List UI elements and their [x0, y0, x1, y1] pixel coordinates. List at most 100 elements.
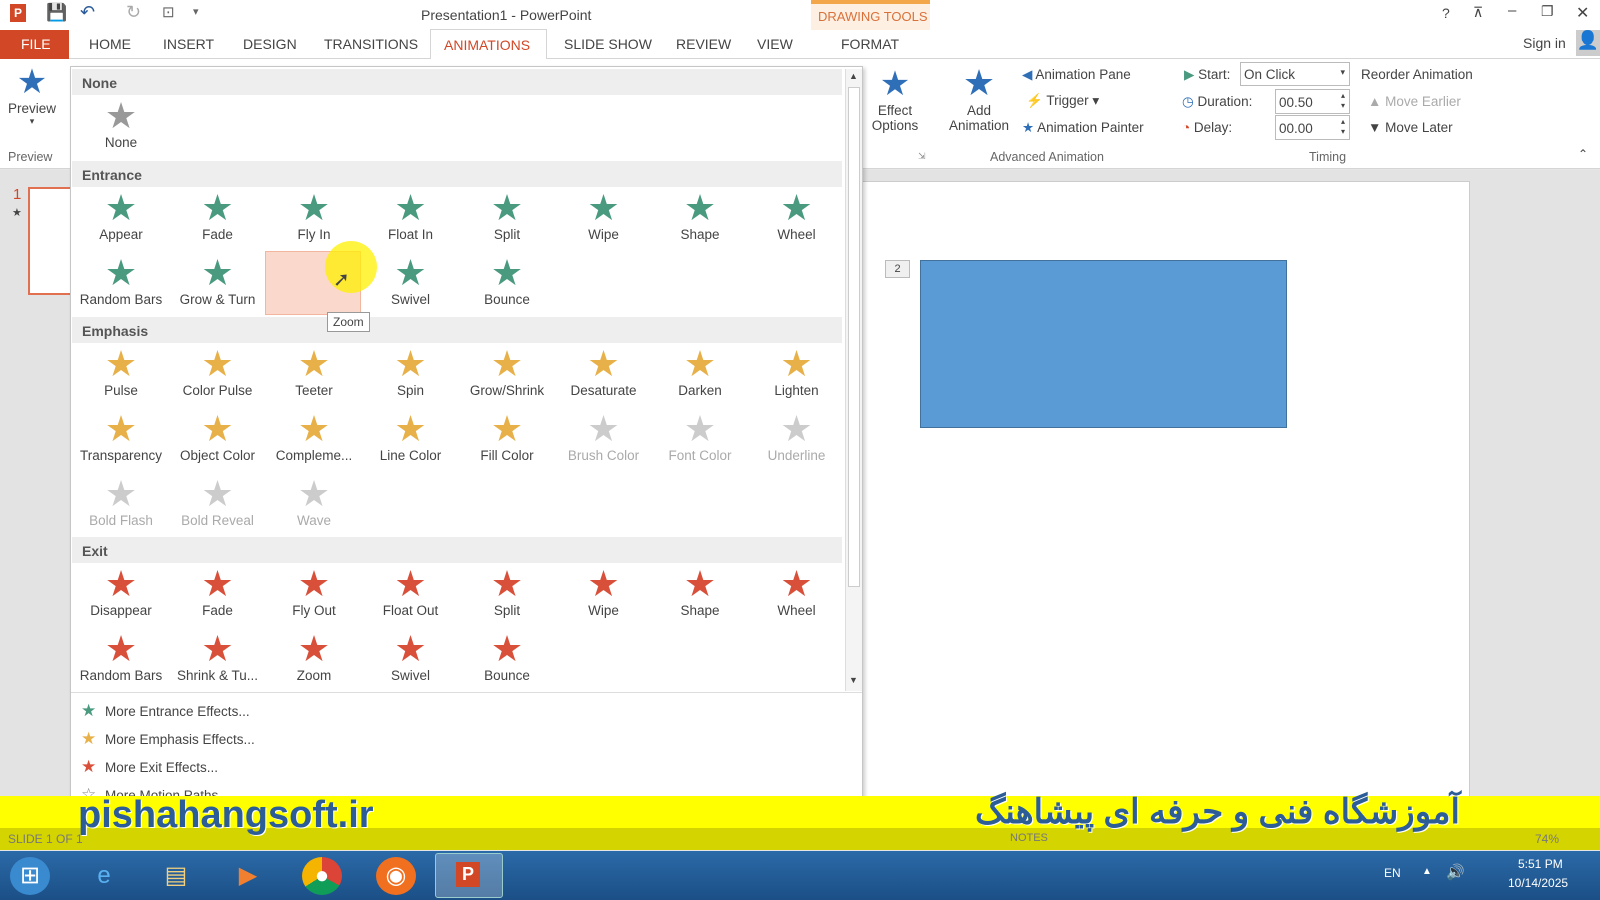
- start-slideshow-icon[interactable]: ⊡: [162, 3, 175, 21]
- effect-emphasis-object-color[interactable]: ★ Object Color: [170, 410, 266, 472]
- effect-entrance-grow-turn[interactable]: ★ Grow & Turn: [170, 254, 266, 316]
- animation-pane-button[interactable]: ◀ Animation Pane: [1022, 67, 1131, 83]
- effect-options-button[interactable]: ★ Effect Options: [862, 65, 928, 133]
- chrome-icon[interactable]: ●: [302, 857, 342, 895]
- sign-in-link[interactable]: Sign in: [1523, 35, 1566, 51]
- effect-exit-swivel[interactable]: ★ Swivel: [363, 630, 459, 692]
- effect-emphasis-bold-reveal[interactable]: ★ Bold Reveal: [170, 475, 266, 537]
- start-button-icon[interactable]: ⊞: [10, 857, 50, 895]
- effect-emphasis-font-color[interactable]: ★ Font Color: [652, 410, 748, 472]
- effect-exit-shape[interactable]: ★ Shape: [652, 565, 748, 627]
- tab-design[interactable]: DESIGN: [243, 36, 297, 52]
- effect-entrance-random-bars[interactable]: ★ Random Bars: [73, 254, 169, 316]
- restore-icon[interactable]: ❐: [1541, 3, 1554, 20]
- effect-exit-shrink-tu-[interactable]: ★ Shrink & Tu...: [170, 630, 266, 692]
- scroll-thumb[interactable]: [848, 87, 860, 587]
- effect-entrance-wheel[interactable]: ★ Wheel: [749, 189, 845, 251]
- effect-emphasis-teeter[interactable]: ★ Teeter: [266, 345, 362, 407]
- volume-icon[interactable]: 🔊: [1446, 863, 1465, 881]
- effect-exit-bounce[interactable]: ★ Bounce: [459, 630, 555, 692]
- scroll-up-icon[interactable]: ▲: [849, 71, 858, 81]
- save-icon[interactable]: 💾: [46, 3, 67, 23]
- zoom-level[interactable]: 74%: [1535, 832, 1559, 846]
- add-animation-button[interactable]: ★ Add Animation: [938, 63, 1020, 134]
- effect-emphasis-underline[interactable]: ★ Underline: [749, 410, 845, 472]
- tab-home[interactable]: HOME: [89, 36, 131, 52]
- clock-date[interactable]: 10/14/2025: [1508, 876, 1568, 890]
- effect-exit-float-out[interactable]: ★ Float Out: [363, 565, 459, 627]
- tab-slide-show[interactable]: SLIDE SHOW: [564, 36, 652, 52]
- spinner-icon[interactable]: ▴ ▾: [1341, 91, 1345, 111]
- effect-emphasis-color-pulse[interactable]: ★ Color Pulse: [170, 345, 266, 407]
- effect-emphasis-wave[interactable]: ★ Wave: [266, 475, 362, 537]
- effect-entrance-fade[interactable]: ★ Fade: [170, 189, 266, 251]
- tab-format[interactable]: FORMAT: [841, 36, 899, 52]
- show-hidden-icons-icon[interactable]: ▲: [1422, 866, 1432, 877]
- slide-thumbnail[interactable]: [28, 187, 74, 295]
- effect-emphasis-spin[interactable]: ★ Spin: [363, 345, 459, 407]
- spinner-icon[interactable]: ▴ ▾: [1341, 117, 1345, 137]
- internet-explorer-icon[interactable]: e: [84, 857, 124, 895]
- effect-entrance-swivel[interactable]: ★ Swivel: [363, 254, 459, 316]
- effect-emphasis-desaturate[interactable]: ★ Desaturate: [556, 345, 652, 407]
- effect-exit-wipe[interactable]: ★ Wipe: [556, 565, 652, 627]
- duration-input[interactable]: 00.50 ▴ ▾: [1275, 89, 1350, 114]
- effect-exit-zoom[interactable]: ★ Zoom: [266, 630, 362, 692]
- effect-exit-random-bars[interactable]: ★ Random Bars: [73, 630, 169, 692]
- more-emphasis-effects[interactable]: ★ More Emphasis Effects...: [81, 729, 255, 749]
- trigger-button[interactable]: ⚡ Trigger ▾: [1026, 93, 1099, 109]
- effect-emphasis-line-color[interactable]: ★ Line Color: [363, 410, 459, 472]
- effect-exit-split[interactable]: ★ Split: [459, 565, 555, 627]
- effect-emphasis-lighten[interactable]: ★ Lighten: [749, 345, 845, 407]
- effect-none_items-none[interactable]: ★ None: [73, 97, 169, 159]
- move-earlier-button[interactable]: ▲ Move Earlier: [1368, 94, 1461, 109]
- effect-entrance-float-in[interactable]: ★ Float In: [363, 189, 459, 251]
- clock-time[interactable]: 5:51 PM: [1518, 857, 1563, 871]
- move-later-button[interactable]: ▼ Move Later: [1368, 120, 1453, 135]
- more-entrance-effects[interactable]: ★ More Entrance Effects...: [81, 701, 250, 721]
- effect-emphasis-transparency[interactable]: ★ Transparency: [73, 410, 169, 472]
- powerpoint-taskbar-button[interactable]: P: [435, 853, 503, 898]
- collapse-ribbon-icon[interactable]: ⌃: [1578, 147, 1588, 161]
- effect-emphasis-grow-shrink[interactable]: ★ Grow/Shrink: [459, 345, 555, 407]
- firefox-icon[interactable]: ◉: [376, 857, 416, 895]
- effect-entrance-split[interactable]: ★ Split: [459, 189, 555, 251]
- effect-exit-wheel[interactable]: ★ Wheel: [749, 565, 845, 627]
- redo-icon[interactable]: ↻: [126, 2, 141, 23]
- gallery-scrollbar[interactable]: ▲ ▼: [845, 69, 862, 691]
- language-indicator[interactable]: EN: [1384, 866, 1401, 880]
- effect-exit-fly-out[interactable]: ★ Fly Out: [266, 565, 362, 627]
- tab-insert[interactable]: INSERT: [163, 36, 214, 52]
- ribbon-display-options-icon[interactable]: ⊼: [1473, 4, 1483, 21]
- undo-icon[interactable]: ↶: [80, 2, 95, 23]
- effect-entrance-wipe[interactable]: ★ Wipe: [556, 189, 652, 251]
- user-avatar-icon[interactable]: 👤: [1576, 30, 1600, 56]
- effect-entrance-appear[interactable]: ★ Appear: [73, 189, 169, 251]
- scroll-down-icon[interactable]: ▼: [849, 675, 858, 685]
- effect-emphasis-brush-color[interactable]: ★ Brush Color: [556, 410, 652, 472]
- tab-view[interactable]: VIEW: [757, 36, 793, 52]
- animation-painter-button[interactable]: ★ Animation Painter: [1022, 120, 1144, 136]
- tab-file[interactable]: FILE: [0, 30, 69, 59]
- tab-transitions[interactable]: TRANSITIONS: [324, 36, 418, 52]
- effect-emphasis-darken[interactable]: ★ Darken: [652, 345, 748, 407]
- minimize-icon[interactable]: –: [1508, 2, 1516, 19]
- close-icon[interactable]: ✕: [1576, 3, 1589, 23]
- help-icon[interactable]: ?: [1442, 5, 1450, 21]
- file-explorer-icon[interactable]: ▤: [156, 857, 196, 895]
- notes-button[interactable]: NOTES: [1010, 832, 1048, 844]
- tab-animations[interactable]: ANIMATIONS: [430, 29, 547, 60]
- preview-button[interactable]: ★ Preview ▾: [4, 63, 60, 127]
- more-exit-effects[interactable]: ★ More Exit Effects...: [81, 757, 218, 777]
- start-select[interactable]: On Click ▾: [1240, 62, 1350, 86]
- effect-entrance-bounce[interactable]: ★ Bounce: [459, 254, 555, 316]
- blue-rectangle-shape[interactable]: [920, 260, 1287, 428]
- effect-entrance-shape[interactable]: ★ Shape: [652, 189, 748, 251]
- effect-emphasis-bold-flash[interactable]: ★ Bold Flash: [73, 475, 169, 537]
- tab-review[interactable]: REVIEW: [676, 36, 731, 52]
- dialog-launcher-icon[interactable]: ⇲: [918, 151, 926, 162]
- effect-emphasis-pulse[interactable]: ★ Pulse: [73, 345, 169, 407]
- delay-input[interactable]: 00.00 ▴ ▾: [1275, 115, 1350, 140]
- effect-exit-disappear[interactable]: ★ Disappear: [73, 565, 169, 627]
- effect-emphasis-compleme-[interactable]: ★ Compleme...: [266, 410, 362, 472]
